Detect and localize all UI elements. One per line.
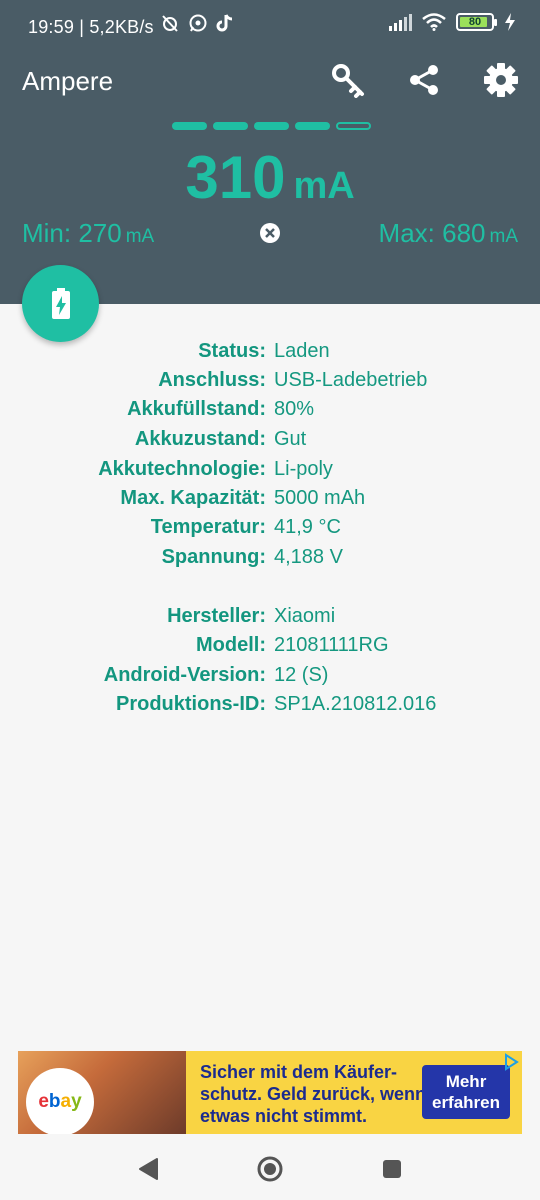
info-key: Akkuzustand: (134, 428, 266, 450)
info-row-level: Akkufüllstand: 80% (0, 398, 540, 427)
min-label: Min: 270 (22, 218, 122, 248)
level-segment (213, 122, 248, 130)
settings-icon (484, 63, 518, 97)
info-key: Produktions-ID: (116, 693, 266, 715)
info-key: Temperatur: (150, 516, 266, 538)
info-value: 5000 mAh (274, 487, 366, 509)
current-reading: 310 mA (0, 143, 540, 212)
key-button[interactable] (328, 60, 368, 100)
clock: 19:59 (28, 17, 75, 37)
max-reading: Max: 680 mA (379, 218, 518, 249)
info-row-connection: Anschluss: USB-Ladebetrieb (0, 369, 540, 398)
info-row-model: Modell: 21081111RG (0, 634, 540, 663)
wifi-icon (422, 13, 446, 31)
info-key: Modell: (196, 634, 266, 656)
info-key: Spannung: (161, 546, 266, 568)
reset-minmax-icon[interactable] (259, 222, 281, 244)
info-row-voltage: Spannung: 4,188 V (0, 546, 540, 575)
current-value: 310 (185, 144, 286, 211)
ad-banner[interactable]: ebay Sicher mit dem Käufer-schutz. Geld … (18, 1051, 522, 1134)
battery-fab[interactable] (22, 265, 99, 342)
info-row-build-id: Produktions-ID: SP1A.210812.016 (0, 693, 540, 722)
info-value: 4,188 V (274, 546, 343, 568)
key-icon (332, 64, 364, 98)
info-value: 80% (274, 398, 315, 420)
status-bar: 19:59 | 5,2KB/s 80 (0, 0, 540, 42)
info-row-status: Status: Laden (0, 340, 540, 369)
nav-back-button[interactable] (133, 1154, 163, 1184)
share-button[interactable] (404, 60, 444, 100)
back-icon (139, 1158, 158, 1180)
network-speed: | 5,2KB/s (79, 17, 154, 37)
min-reading: Min: 270 mA (22, 218, 154, 249)
recents-icon (383, 1160, 401, 1178)
info-value: USB-Ladebetrieb (274, 369, 428, 391)
battery-percent: 80 (468, 16, 482, 28)
info-value: Li-poly (274, 458, 333, 480)
info-key: Hersteller: (167, 605, 266, 627)
alarm-off-icon (162, 15, 178, 32)
level-segment (172, 122, 207, 130)
nav-recents-button[interactable] (377, 1154, 407, 1184)
whatsapp-icon (189, 14, 207, 32)
ad-text: Sicher mit dem Käufer-schutz. Geld zurüc… (200, 1062, 427, 1126)
status-time: 19:59 | 5,2KB/s (28, 17, 154, 38)
info-key: Android-Version: (103, 664, 266, 686)
level-segment (254, 122, 289, 130)
system-nav-bar (0, 1134, 540, 1200)
charging-icon (505, 13, 515, 31)
ebay-logo: ebay (26, 1068, 94, 1134)
info-key: Akkufüllstand: (127, 398, 266, 420)
info-row-technology: Akkutechnologie: Li-poly (0, 458, 540, 487)
settings-button[interactable] (481, 60, 521, 100)
info-value: Xiaomi (274, 605, 336, 627)
max-label: Max: 680 (378, 218, 486, 248)
info-value: Laden (274, 340, 330, 362)
adchoices-icon[interactable] (502, 1053, 520, 1071)
info-row-health: Akkuzustand: Gut (0, 428, 540, 457)
current-unit: mA (293, 165, 355, 207)
info-value: 21081111RG (274, 634, 389, 656)
charge-level-indicator (172, 122, 371, 130)
info-key: Status: (198, 340, 266, 362)
current-header: Ampere 310 mA Min: 270 mA Max: 680 mA (0, 42, 540, 304)
tiktok-icon (216, 14, 233, 32)
info-row-temperature: Temperatur: 41,9 °C (0, 516, 540, 545)
info-value: SP1A.210812.016 (274, 693, 437, 715)
battery-icon: 80 (456, 13, 497, 31)
nav-home-button[interactable] (255, 1154, 285, 1184)
info-value: Gut (274, 428, 307, 450)
level-segment (336, 122, 371, 130)
max-unit: mA (489, 226, 519, 247)
home-icon (257, 1156, 283, 1182)
share-icon (410, 65, 438, 95)
info-row-android-version: Android-Version: 12 (S) (0, 664, 540, 693)
info-value: 41,9 °C (274, 516, 341, 538)
app-title: Ampere (22, 66, 114, 96)
info-value: 12 (S) (274, 664, 329, 686)
battery-charging-icon (51, 287, 70, 319)
info-row-manufacturer: Hersteller: Xiaomi (0, 605, 540, 634)
info-key: Max. Kapazität: (120, 487, 266, 509)
info-key: Akkutechnologie: (98, 458, 266, 480)
info-row-capacity: Max. Kapazität: 5000 mAh (0, 487, 540, 516)
info-key: Anschluss: (158, 369, 266, 391)
min-unit: mA (125, 226, 155, 247)
ad-cta-button[interactable]: Mehr erfahren (422, 1065, 510, 1119)
level-segment (295, 122, 330, 130)
signal-icon (389, 14, 412, 31)
